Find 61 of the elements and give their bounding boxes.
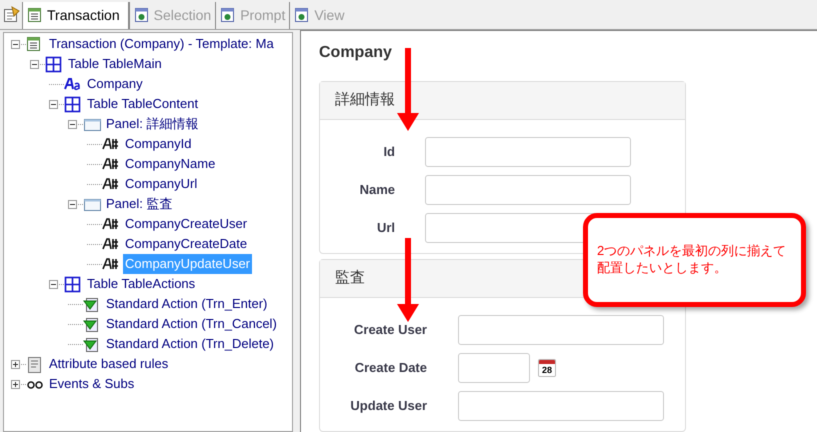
tree-item[interactable]: Table TableContent xyxy=(85,94,200,114)
tree-item[interactable]: Table TableActions xyxy=(85,274,198,294)
callout-tooltip: 2つのパネルを最初の列に揃えて配置したいとします。 xyxy=(583,213,806,307)
document-icon xyxy=(26,356,44,372)
input-field[interactable] xyxy=(425,137,631,167)
panel-title: 詳細情報 xyxy=(335,90,395,110)
field-label: Create Date xyxy=(354,359,427,378)
tree-item[interactable]: Panel: 詳細情報 xyxy=(104,114,200,134)
grid-icon xyxy=(45,56,63,72)
grid-icon xyxy=(64,276,82,292)
form-icon xyxy=(134,7,149,24)
attribute-icon xyxy=(102,236,120,252)
field-label: Create User xyxy=(353,321,427,340)
attribute-icon xyxy=(102,216,120,232)
tree-item[interactable]: Transaction (Company) - Template: Ma xyxy=(47,34,276,54)
field-label: Name xyxy=(358,181,395,200)
expander-icon[interactable] xyxy=(30,60,39,68)
tree-item[interactable]: CompanyUrl xyxy=(123,174,200,194)
expander-icon[interactable] xyxy=(11,40,20,48)
date-field[interactable] xyxy=(458,353,530,383)
panel-title: 監査 xyxy=(335,268,365,288)
calendar-icon[interactable]: 28 xyxy=(538,359,556,377)
expander-icon[interactable] xyxy=(49,100,58,108)
tree-item[interactable]: Standard Action (Trn_Delete) xyxy=(104,334,276,354)
form-icon xyxy=(294,7,310,24)
tree-item[interactable]: CompanyName xyxy=(123,154,218,174)
tree-item[interactable]: Table TableMain xyxy=(66,54,164,74)
attribute-icon xyxy=(102,136,120,152)
funnel-icon xyxy=(83,336,101,352)
input-field[interactable] xyxy=(425,175,631,205)
attribute-icon xyxy=(102,256,120,272)
expander-icon[interactable] xyxy=(68,200,77,208)
tree-item[interactable]: Standard Action (Trn_Enter) xyxy=(104,294,270,314)
tree-item[interactable]: CompanyCreateUser xyxy=(123,214,250,234)
tree-item[interactable]: Panel: 監査 xyxy=(104,194,174,214)
tree-item[interactable]: Attribute based rules xyxy=(47,354,170,374)
properties-icon xyxy=(3,5,20,23)
input-field[interactable] xyxy=(458,391,664,421)
form-title: Company xyxy=(319,43,393,63)
funnel-icon xyxy=(83,296,101,312)
field-label: Update User xyxy=(349,397,427,416)
grid-icon xyxy=(64,96,82,112)
field-label: Id xyxy=(382,143,395,162)
field-label: Url xyxy=(376,219,395,238)
text-icon xyxy=(64,76,82,92)
input-field[interactable] xyxy=(458,315,664,345)
tree-item[interactable]: CompanyId xyxy=(123,134,194,154)
attribute-icon xyxy=(102,156,120,172)
tree-item[interactable]: Standard Action (Trn_Cancel) xyxy=(104,314,279,334)
form-icon xyxy=(27,7,42,24)
tree-item[interactable]: Events & Subs xyxy=(47,374,136,394)
attribute-icon xyxy=(102,176,120,192)
tab[interactable]: Transaction xyxy=(22,2,129,29)
form-icon xyxy=(220,7,236,24)
expander-icon[interactable] xyxy=(11,360,20,368)
expander-icon[interactable] xyxy=(49,280,58,288)
expander-icon[interactable] xyxy=(11,380,20,388)
tree-item[interactable]: CompanyCreateDate xyxy=(123,234,250,254)
tree-item[interactable]: Company xyxy=(85,74,145,94)
funnel-icon xyxy=(83,316,101,332)
expander-icon[interactable] xyxy=(68,120,77,128)
